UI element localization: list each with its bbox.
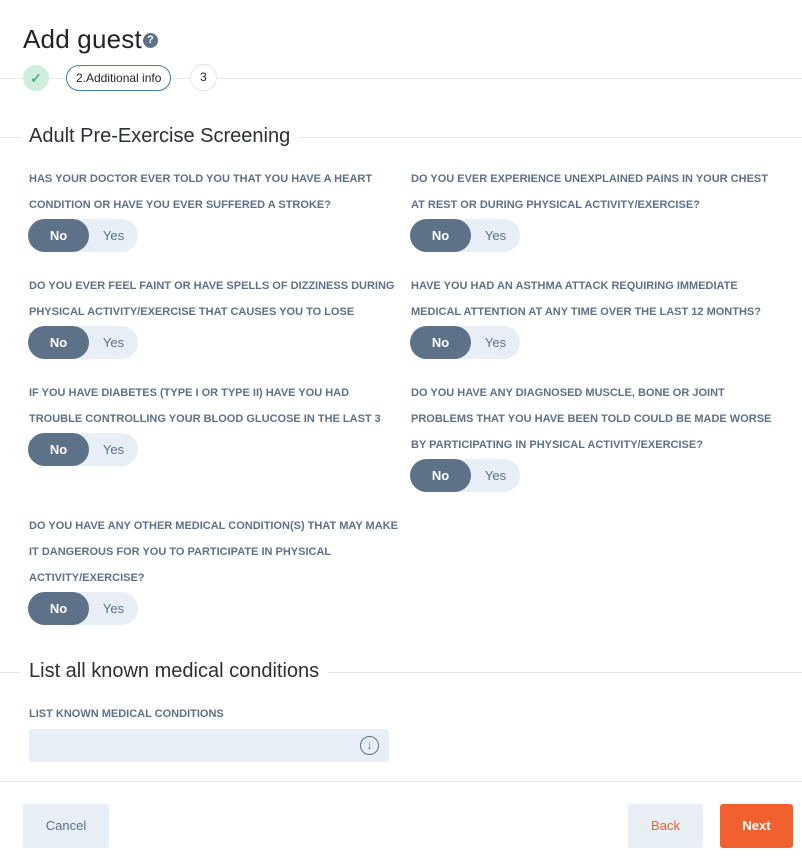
conditions-section-header: List all known medical conditions <box>0 660 802 684</box>
question-other-condition: DO YOU HAVE ANY OTHER MEDICAL CONDITION(… <box>29 520 398 584</box>
arrow-down-circle-icon[interactable]: ↓ <box>360 736 379 755</box>
back-button[interactable]: Back <box>628 804 703 848</box>
question-chest-pain: DO YOU EVER EXPERIENCE UNEXPLAINED PAINS… <box>411 173 768 211</box>
help-icon[interactable]: ? <box>143 33 158 48</box>
no-option-selected[interactable]: No <box>28 433 89 466</box>
toggle-asthma: No Yes <box>410 326 520 359</box>
no-option-selected[interactable]: No <box>28 592 89 625</box>
toggle-diabetes: No Yes <box>28 433 138 466</box>
no-option-selected[interactable]: No <box>410 459 471 492</box>
yes-option[interactable]: Yes <box>89 592 138 625</box>
yes-option[interactable]: Yes <box>89 433 138 466</box>
question-muscle-bone-joint: DO YOU HAVE ANY DIAGNOSED MUSCLE, BONE O… <box>411 387 772 451</box>
yes-option[interactable]: Yes <box>471 326 520 359</box>
question-asthma: HAVE YOU HAD AN ASTHMA ATTACK REQUIRING … <box>411 280 761 318</box>
yes-option[interactable]: Yes <box>89 326 138 359</box>
toggle-heart-condition: No Yes <box>28 219 138 252</box>
screening-section-title: Adult Pre-Exercise Screening <box>20 125 300 148</box>
yes-option[interactable]: Yes <box>471 219 520 252</box>
toggle-other-condition: No Yes <box>28 592 138 625</box>
toggle-dizziness: No Yes <box>28 326 138 359</box>
toggle-chest-pain: No Yes <box>410 219 520 252</box>
footer-divider <box>0 781 802 782</box>
yes-option[interactable]: Yes <box>89 219 138 252</box>
conditions-field-label: LIST KNOWN MEDICAL CONDITIONS <box>29 708 224 720</box>
conditions-section-title: List all known medical conditions <box>20 660 329 683</box>
no-option-selected[interactable]: No <box>28 326 89 359</box>
page-title: Add guest <box>23 24 142 54</box>
no-option-selected[interactable]: No <box>28 219 89 252</box>
step-2-active[interactable]: 2.Additional info <box>66 65 172 91</box>
no-option-selected[interactable]: No <box>410 326 471 359</box>
yes-option[interactable]: Yes <box>471 459 520 492</box>
step-3[interactable]: 3 <box>190 64 217 91</box>
no-option-selected[interactable]: No <box>410 219 471 252</box>
question-heart-condition: HAS YOUR DOCTOR EVER TOLD YOU THAT YOU H… <box>29 173 373 211</box>
next-button[interactable]: Next <box>720 804 793 848</box>
screening-section-header: Adult Pre-Exercise Screening <box>0 125 802 149</box>
step-1-done-check-icon[interactable]: ✓ <box>23 65 49 91</box>
cancel-button[interactable]: Cancel <box>23 804 109 848</box>
toggle-muscle-bone-joint: No Yes <box>410 459 520 492</box>
medical-conditions-select[interactable]: ↓ <box>29 729 389 762</box>
